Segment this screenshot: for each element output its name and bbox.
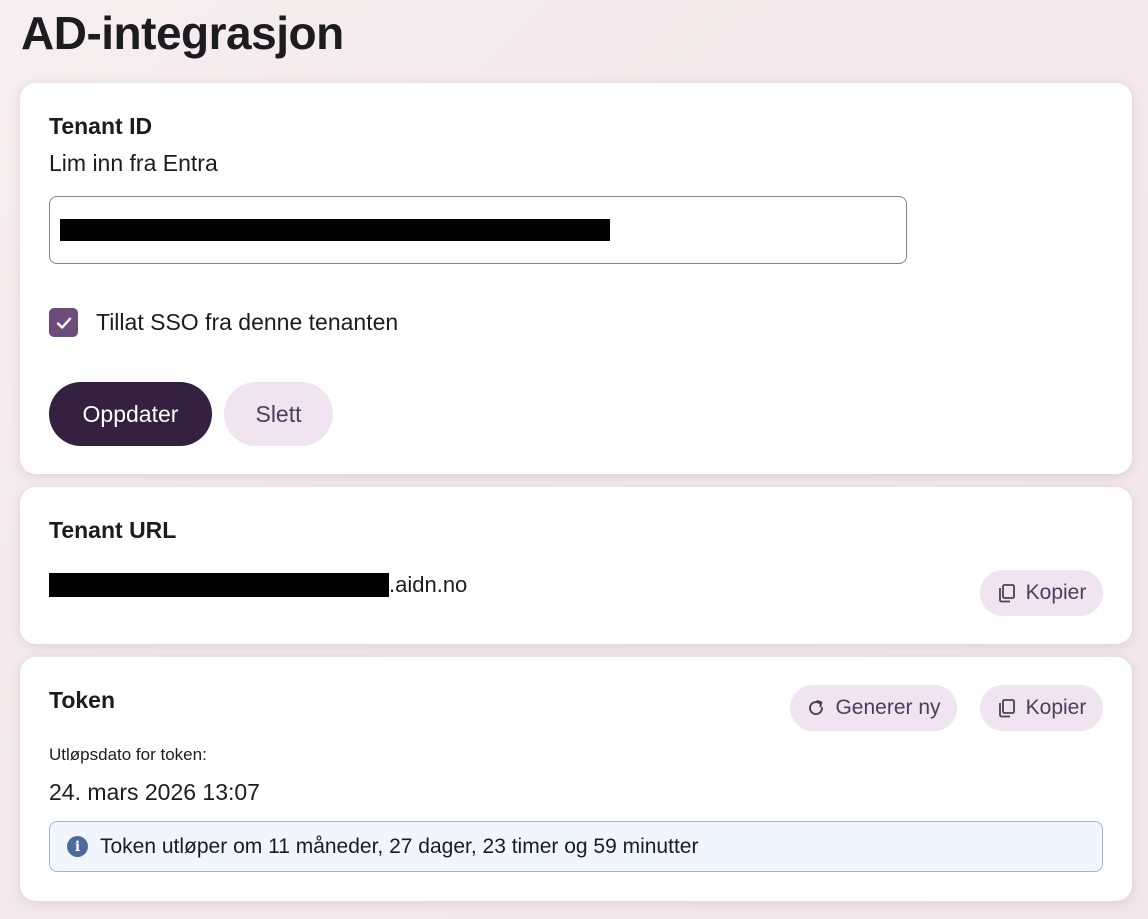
- info-icon: i: [67, 836, 88, 857]
- page-title: AD-integrasjon: [21, 7, 344, 59]
- copy-icon: [998, 584, 1015, 603]
- checkmark-icon: [56, 317, 71, 329]
- delete-button[interactable]: Slett: [224, 382, 333, 446]
- copy-icon: [998, 699, 1015, 718]
- regenerate-token-label: Generer ny: [835, 696, 941, 719]
- token-expiry-date: 24. mars 2026 13:07: [49, 779, 260, 805]
- regenerate-token-button[interactable]: Generer ny: [790, 685, 957, 731]
- update-button[interactable]: Oppdater: [49, 382, 212, 446]
- token-expiry-info: i Token utløper om 11 måneder, 27 dager,…: [49, 821, 1103, 872]
- tenant-id-field: [49, 196, 907, 264]
- redacted-tenant-id: [60, 219, 610, 241]
- token-label: Token: [49, 687, 116, 713]
- tenant-id-description: Lim inn fra Entra: [49, 150, 218, 176]
- tenant-url-suffix: .aidn.no: [389, 572, 468, 597]
- sso-checkbox[interactable]: [49, 308, 78, 337]
- token-card: Token Generer ny Kopier Utløpsdato for t…: [20, 657, 1132, 901]
- sso-checkbox-label[interactable]: Tillat SSO fra denne tenanten: [96, 309, 398, 336]
- tenant-url-label: Tenant URL: [49, 517, 177, 543]
- tenant-id-label: Tenant ID: [49, 113, 153, 139]
- refresh-icon: [809, 700, 824, 715]
- copy-url-label: Kopier: [1025, 581, 1087, 604]
- token-expiry-caption: Utløpsdato for token:: [49, 745, 207, 764]
- token-expiry-info-text: Token utløper om 11 måneder, 27 dager, 2…: [100, 834, 699, 858]
- redacted-url-prefix: [49, 573, 389, 597]
- copy-token-button[interactable]: Kopier: [980, 685, 1103, 731]
- tenant-url-card: Tenant URL .aidn.no Kopier: [20, 487, 1132, 644]
- copy-url-button[interactable]: Kopier: [980, 570, 1103, 616]
- copy-token-label: Kopier: [1025, 696, 1087, 719]
- tenant-id-card: Tenant ID Lim inn fra Entra Tillat SSO f…: [20, 83, 1132, 474]
- tenant-url-value: .aidn.no: [49, 572, 467, 598]
